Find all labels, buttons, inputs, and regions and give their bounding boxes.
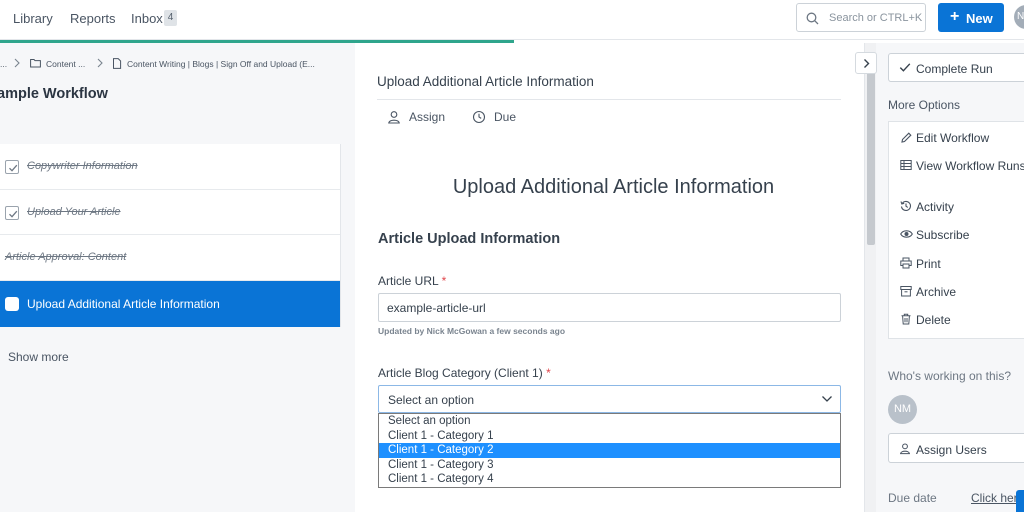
complete-run-label: Complete Run (916, 62, 993, 76)
task-header-title: Upload Additional Article Information (377, 74, 594, 89)
task-label: Upload Your Article (27, 205, 121, 218)
workflow-sidebar: ... Content ... Content Writing | Blogs … (0, 43, 355, 512)
history-icon (900, 200, 912, 212)
collapse-sidebar-button[interactable] (855, 52, 877, 74)
task-list: Copywriter Information Upload Your Artic… (0, 144, 341, 327)
option-label: Delete (916, 313, 951, 327)
search-placeholder: Search or CTRL+K (829, 12, 923, 24)
trash-icon (901, 313, 911, 325)
user-avatar[interactable]: NM (1014, 5, 1024, 29)
print-item[interactable]: Print (889, 255, 1024, 275)
article-url-label-text: Article URL (378, 274, 439, 288)
blog-category-label: Article Blog Category (Client 1) * (378, 366, 551, 380)
complete-run-button[interactable]: Complete Run (888, 53, 1024, 82)
user-icon (899, 443, 911, 455)
divider (377, 99, 841, 100)
chevron-right-icon (96, 58, 104, 68)
view-workflow-runs-item[interactable]: View Workflow Runs (889, 157, 1024, 177)
task-label: Article Approval: Content (5, 251, 127, 263)
clock-icon (472, 110, 486, 124)
chevron-right-icon (864, 59, 870, 68)
assignee-avatar[interactable]: NM (888, 395, 917, 424)
delete-item[interactable]: Delete (889, 311, 1024, 331)
category-dropdown-list: Select an option Client 1 - Category 1 C… (378, 413, 841, 488)
breadcrumb-folder[interactable]: Content ... (46, 59, 85, 69)
task-detail-panel: Upload Additional Article Information As… (355, 43, 864, 512)
option-label: Subscribe (916, 228, 970, 242)
option-label: Edit Workflow (916, 131, 990, 145)
new-button[interactable]: + New (938, 3, 1004, 32)
who-working-heading: Who's working on this? (888, 369, 1012, 383)
subscribe-item[interactable]: Subscribe (889, 226, 1024, 246)
assign-users-label: Assign Users (916, 443, 987, 457)
task-label: Copywriter Information (27, 160, 138, 172)
more-options-heading: More Options (888, 98, 961, 112)
dropdown-option[interactable]: Client 1 - Category 4 (379, 472, 840, 487)
inbox-count-badge: 4 (164, 10, 177, 26)
task-item[interactable]: Copywriter Information (0, 144, 340, 190)
scrollbar[interactable] (864, 43, 876, 512)
user-icon (388, 111, 400, 124)
activity-item[interactable]: Activity (889, 198, 1024, 218)
pencil-icon (901, 132, 912, 143)
folder-icon (30, 58, 41, 68)
assign-users-button[interactable]: Assign Users (888, 433, 1024, 463)
task-item[interactable]: Upload Your Article (0, 190, 340, 235)
edit-workflow-item[interactable]: Edit Workflow (889, 129, 1024, 149)
workflow-title: ample Workflow (0, 86, 108, 102)
due-label: Due (494, 110, 517, 124)
scrollbar-thumb[interactable] (867, 52, 875, 245)
article-url-label: Article URL * (378, 274, 446, 288)
document-icon (112, 58, 122, 69)
form-title: Upload Additional Article Information (452, 176, 775, 198)
article-url-input[interactable] (378, 293, 841, 322)
nav-reports-link[interactable]: Reports (70, 11, 116, 26)
top-navigation: Library Reports Inbox 4 Search or CTRL+K… (0, 0, 1024, 40)
required-asterisk: * (546, 366, 551, 380)
printer-icon (900, 257, 912, 269)
chevron-right-icon (13, 58, 21, 68)
dropdown-option-highlighted[interactable]: Client 1 - Category 2 (379, 443, 840, 458)
search-input[interactable]: Search or CTRL+K (796, 3, 926, 32)
section-heading: Article Upload Information (378, 231, 561, 247)
plus-icon: + (950, 8, 960, 25)
assign-label: Assign (409, 110, 446, 124)
chevron-down-icon (822, 396, 832, 402)
check-icon (899, 63, 911, 72)
option-label: Archive (916, 285, 957, 299)
table-icon (900, 160, 912, 170)
checked-checkbox-icon[interactable] (5, 205, 19, 220)
updated-by-note: Updated by Nick McGowan a few seconds ag… (378, 326, 566, 336)
more-options-list: Edit Workflow View Workflow Runs Activit… (888, 121, 1024, 339)
archive-icon (900, 286, 912, 297)
task-item-active[interactable]: Upload Additional Article Information (0, 280, 340, 327)
checkbox-icon[interactable] (5, 296, 19, 311)
show-more-link[interactable]: Show more (8, 350, 69, 364)
checked-checkbox-icon[interactable] (5, 160, 19, 174)
dropdown-option[interactable]: Client 1 - Category 1 (379, 429, 840, 444)
eye-icon (900, 230, 913, 238)
breadcrumb: ... Content ... Content Writing | Blogs … (0, 58, 355, 73)
nav-library-link[interactable]: Library (13, 11, 53, 26)
breadcrumb-template[interactable]: Content Writing | Blogs | Sign Off and U… (127, 59, 315, 69)
breadcrumb-ellipsis[interactable]: ... (0, 59, 7, 69)
due-date-label: Due date (888, 491, 937, 505)
dropdown-option[interactable]: Client 1 - Category 3 (379, 458, 840, 473)
required-asterisk: * (441, 274, 447, 288)
blog-category-select[interactable]: Select an option (378, 385, 841, 413)
nav-inbox-link[interactable]: Inbox (131, 11, 163, 26)
new-button-label: New (966, 11, 993, 26)
selected-value: Select an option (388, 393, 475, 407)
option-label: Print (916, 257, 941, 271)
option-label: View Workflow Runs (916, 159, 1024, 173)
task-label: Upload Additional Article Information (27, 296, 220, 311)
task-item[interactable]: Article Approval: Content (0, 235, 340, 281)
blog-category-label-text: Article Blog Category (Client 1) (378, 366, 543, 380)
search-icon (806, 12, 819, 25)
run-options-sidebar: Complete Run More Options Edit Workflow … (876, 43, 1024, 512)
help-chat-tab[interactable] (1016, 490, 1024, 512)
dropdown-option[interactable]: Select an option (379, 414, 840, 429)
option-label: Activity (916, 200, 955, 214)
archive-item[interactable]: Archive (889, 283, 1024, 303)
